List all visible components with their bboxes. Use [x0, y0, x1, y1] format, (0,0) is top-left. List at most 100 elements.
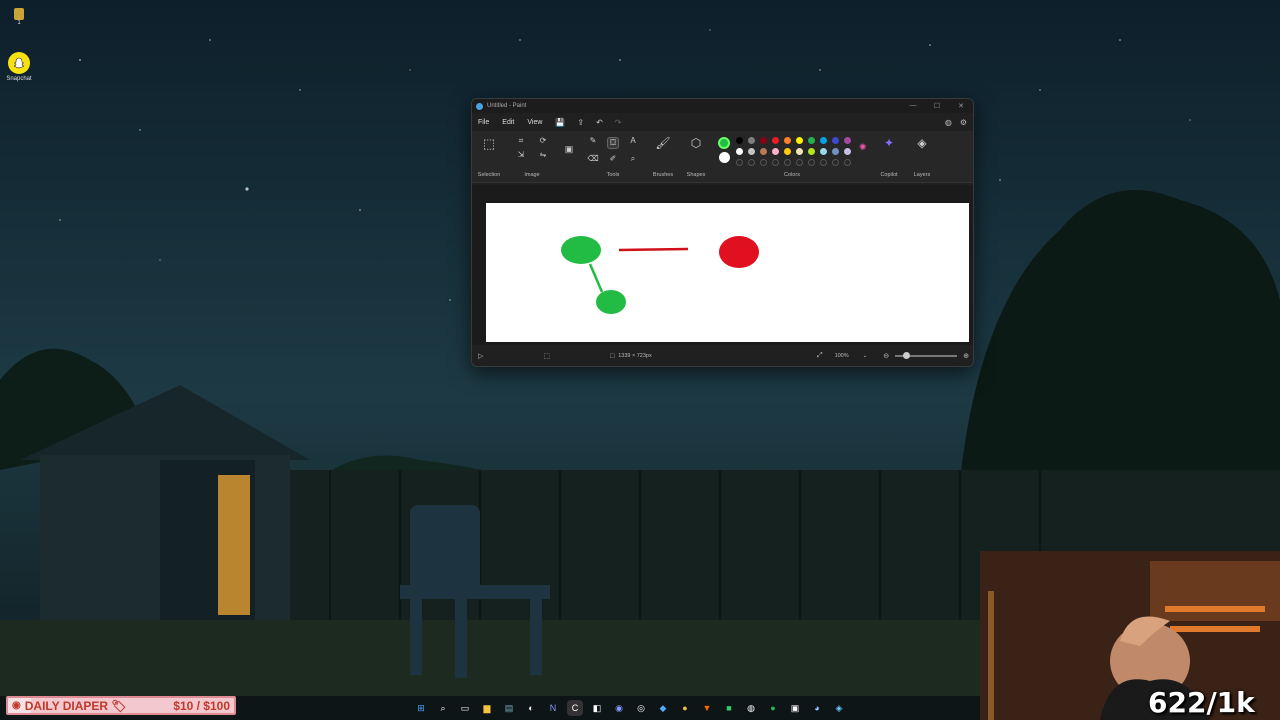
- paint-taskbar-icon[interactable]: C: [567, 700, 583, 716]
- text-tool-icon[interactable]: A: [630, 137, 635, 149]
- menu-file[interactable]: File: [478, 119, 489, 126]
- maximize-button[interactable]: ☐: [925, 102, 949, 110]
- chrome-icon[interactable]: ●: [677, 700, 693, 716]
- menu-view[interactable]: View: [527, 119, 542, 126]
- color-palette: [736, 137, 853, 166]
- selection-tool-icon[interactable]: ⬚: [483, 137, 495, 150]
- desktop-icon-snapchat[interactable]: Snapchat: [0, 52, 38, 82]
- search-icon[interactable]: ⌕: [435, 700, 451, 716]
- color-swatch[interactable]: [784, 137, 791, 144]
- zoom-slider[interactable]: [895, 352, 958, 359]
- custom-color-slot[interactable]: [808, 159, 815, 166]
- file-explorer-icon[interactable]: ▆: [479, 700, 495, 716]
- group-shapes: ⬡ Shapes: [680, 131, 712, 182]
- layers-icon[interactable]: ◈: [917, 137, 926, 149]
- app-icon[interactable]: ■: [721, 700, 737, 716]
- custom-color-slot[interactable]: [832, 159, 839, 166]
- steam-icon[interactable]: ◕: [809, 700, 825, 716]
- zoom-level[interactable]: 100%: [835, 353, 849, 359]
- custom-color-slot[interactable]: [736, 159, 743, 166]
- start-icon[interactable]: ⊞: [413, 700, 429, 716]
- magnifier-icon[interactable]: ⌕: [631, 155, 635, 163]
- color-swatch[interactable]: [796, 148, 803, 155]
- flip-icon[interactable]: ⇋: [540, 151, 547, 159]
- custom-color-slot[interactable]: [760, 159, 767, 166]
- app-icon[interactable]: ◐: [523, 700, 539, 716]
- custom-color-slot[interactable]: [820, 159, 827, 166]
- color-swatch[interactable]: [808, 148, 815, 155]
- color-swatch[interactable]: [748, 148, 755, 155]
- brave-icon[interactable]: ▼: [699, 700, 715, 716]
- zoom-slider-thumb[interactable]: [903, 352, 911, 359]
- app-icon[interactable]: ◆: [655, 700, 671, 716]
- save-icon[interactable]: 💾: [555, 118, 565, 127]
- zoom-dropdown-icon[interactable]: ⌄: [863, 353, 868, 359]
- color-swatch[interactable]: [772, 148, 779, 155]
- zoom-out-icon[interactable]: ⊖: [883, 352, 889, 360]
- app-icon[interactable]: ◈: [831, 700, 847, 716]
- color-swatch[interactable]: [736, 137, 743, 144]
- pencil-icon[interactable]: ✎: [590, 137, 597, 149]
- fit-to-window-icon[interactable]: ⤢: [817, 352, 823, 360]
- discord-icon[interactable]: ◉: [611, 700, 627, 716]
- color-swatch[interactable]: [736, 148, 743, 155]
- obs-icon[interactable]: ◍: [743, 700, 759, 716]
- color-picker-icon[interactable]: ✐: [610, 155, 617, 163]
- share-icon[interactable]: ⇪: [577, 118, 584, 127]
- custom-color-slot[interactable]: [748, 159, 755, 166]
- color-swatch[interactable]: [808, 137, 815, 144]
- secondary-color-swatch[interactable]: [718, 152, 730, 163]
- task-view-icon[interactable]: ▭: [457, 700, 473, 716]
- color-swatch[interactable]: [844, 148, 851, 155]
- color-swatch[interactable]: [820, 137, 827, 144]
- custom-color-slot[interactable]: [844, 159, 851, 166]
- drawing-canvas[interactable]: [486, 203, 969, 342]
- custom-color-slot[interactable]: [796, 159, 803, 166]
- undo-icon[interactable]: ↶: [596, 118, 603, 127]
- brush-icon[interactable]: 🖌: [655, 137, 670, 149]
- color-swatch[interactable]: [844, 137, 851, 144]
- fill-bucket-icon[interactable]: ⛋: [606, 137, 620, 149]
- pointer-icon: ▷: [478, 353, 484, 360]
- zoom-in-icon[interactable]: ⊕: [963, 352, 969, 360]
- color-swatch[interactable]: [832, 137, 839, 144]
- app-icon[interactable]: ◎: [633, 700, 649, 716]
- rotate-icon[interactable]: ⟳: [540, 137, 547, 145]
- color-swatch[interactable]: [784, 148, 791, 155]
- primary-color-swatch[interactable]: [718, 137, 730, 149]
- close-button[interactable]: ✕: [949, 102, 973, 110]
- custom-color-slot[interactable]: [784, 159, 791, 166]
- minimize-button[interactable]: —: [901, 102, 925, 110]
- color-swatch[interactable]: [796, 137, 803, 144]
- color-swatch[interactable]: [760, 148, 767, 155]
- drawn-line: [618, 247, 689, 252]
- desktop-icon-label: 1: [17, 20, 21, 26]
- shapes-icon[interactable]: ⬡: [691, 137, 701, 149]
- eraser-icon[interactable]: ⌫: [587, 155, 598, 163]
- spotify-icon[interactable]: ●: [765, 700, 781, 716]
- notion-icon[interactable]: N: [545, 700, 561, 716]
- resize-icon[interactable]: ⇲: [518, 151, 525, 159]
- menu-edit[interactable]: Edit: [502, 119, 514, 126]
- color-swatch[interactable]: [760, 137, 767, 144]
- image-select-icon[interactable]: ▣: [565, 145, 574, 154]
- edit-colors-icon[interactable]: ✺: [859, 143, 867, 152]
- app-icon[interactable]: ▣: [787, 700, 803, 716]
- desktop-icon-app[interactable]: 1: [0, 8, 38, 26]
- crop-icon[interactable]: ⌗: [519, 137, 524, 145]
- settings-gear-icon[interactable]: ⚙: [960, 118, 967, 127]
- group-label-image: Image: [524, 172, 540, 178]
- color-swatch[interactable]: [772, 137, 779, 144]
- app-icon[interactable]: ◧: [589, 700, 605, 716]
- app-icon[interactable]: ▤: [501, 700, 517, 716]
- copilot-icon[interactable]: ✦: [884, 137, 894, 149]
- color-swatch[interactable]: [748, 137, 755, 144]
- custom-color-slot[interactable]: [772, 159, 779, 166]
- redo-icon[interactable]: ↷: [615, 118, 622, 127]
- group-layers: ◈ Layers: [906, 131, 938, 182]
- account-icon[interactable]: ◍: [945, 118, 952, 127]
- color-swatch[interactable]: [832, 148, 839, 155]
- group-brushes: 🖌 Brushes: [646, 131, 680, 182]
- title-bar: Untitled - Paint — ☐ ✕: [472, 99, 973, 113]
- color-swatch[interactable]: [820, 148, 827, 155]
